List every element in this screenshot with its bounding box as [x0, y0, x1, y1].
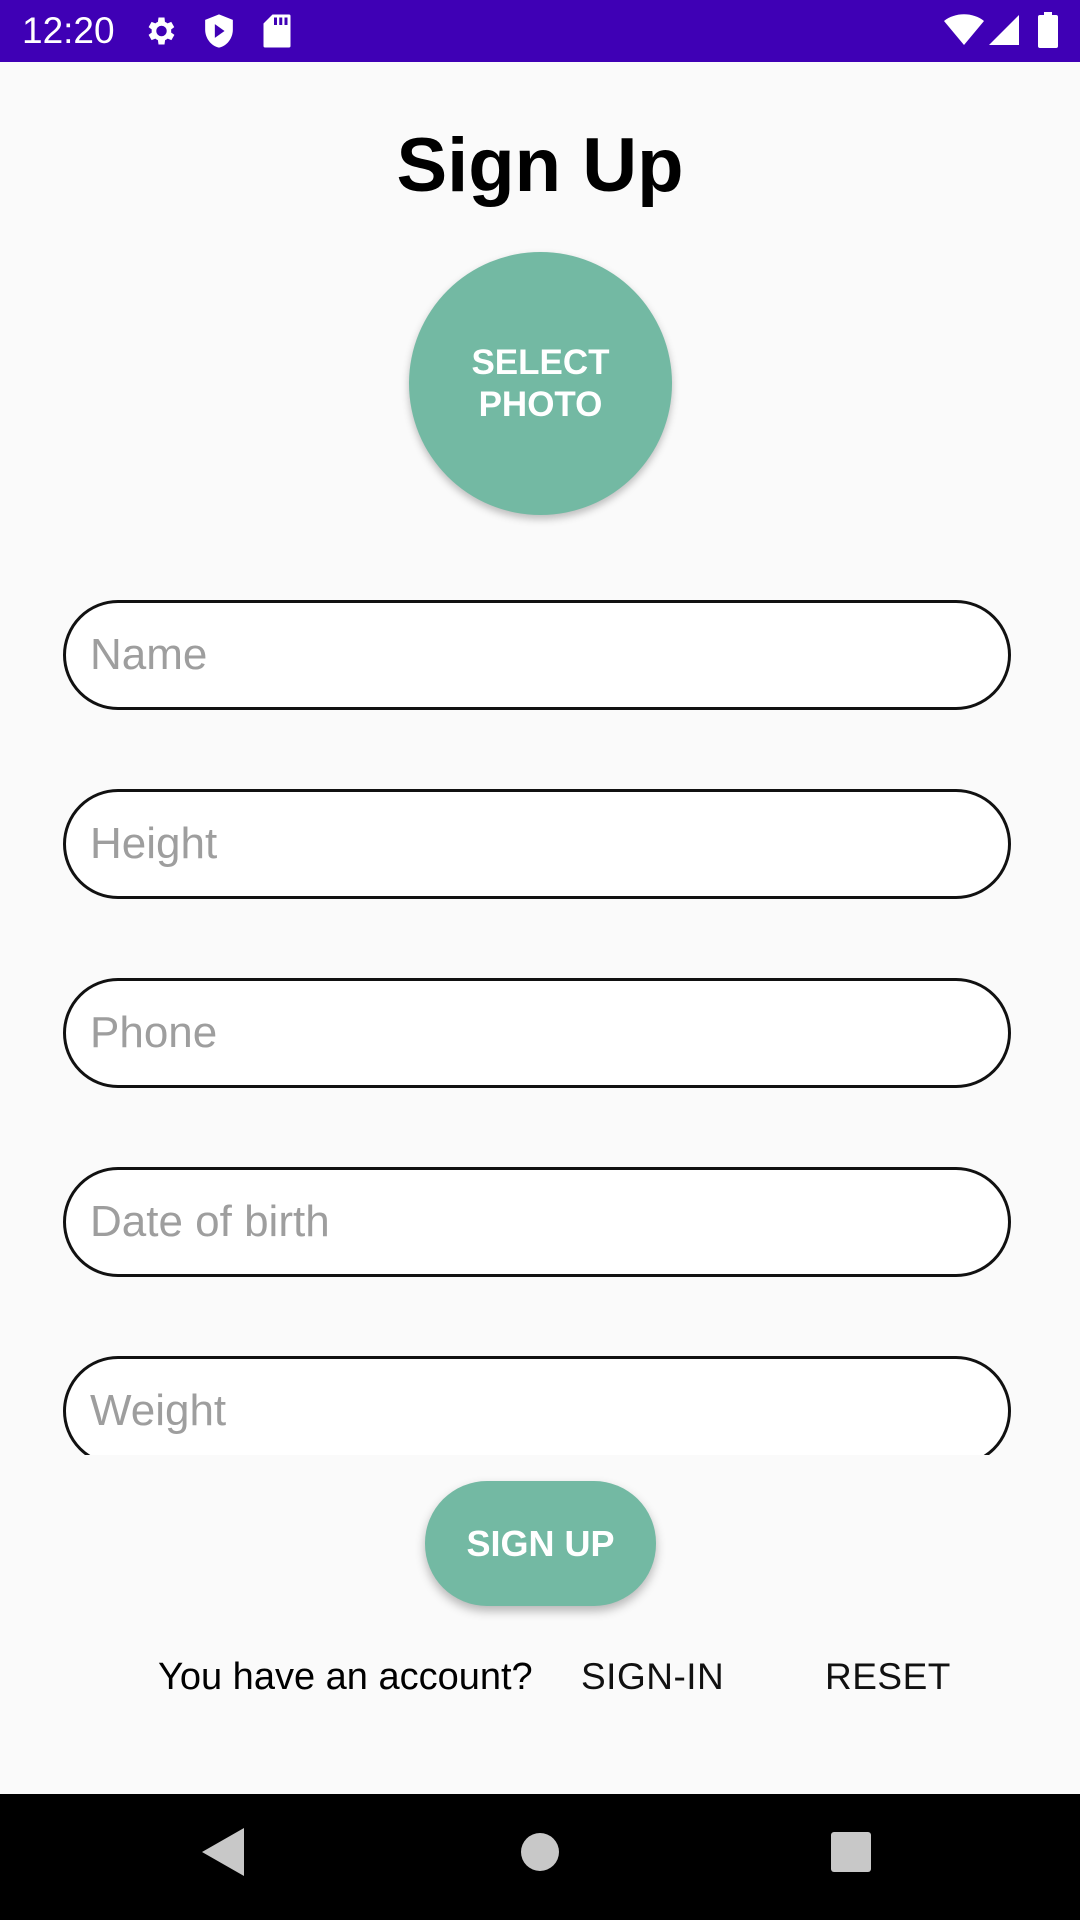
sign-up-screen: 12:20 Sign Up SELECT PHOTO Name Height P… — [0, 0, 1080, 1920]
wifi-icon — [944, 14, 984, 46]
date-of-birth-input[interactable] — [90, 1170, 990, 1274]
back-icon[interactable] — [202, 1828, 244, 1876]
select-photo-button[interactable]: SELECT PHOTO — [409, 252, 672, 515]
reset-button[interactable]: RESET — [825, 1652, 951, 1702]
sd-card-icon — [262, 13, 292, 49]
recents-icon[interactable] — [831, 1832, 871, 1872]
battery-icon — [1038, 12, 1058, 48]
phone-input[interactable] — [90, 981, 990, 1085]
select-photo-label: SELECT PHOTO — [471, 342, 610, 424]
form-fields-scroll[interactable] — [0, 580, 1080, 1455]
navigation-bar — [0, 1794, 1080, 1920]
cell-signal-icon — [988, 14, 1020, 46]
sign-in-button[interactable]: SIGN-IN — [581, 1652, 724, 1702]
status-time: 12:20 — [22, 10, 115, 51]
page-title: Sign Up — [396, 123, 684, 208]
gear-icon — [142, 13, 178, 49]
phone-field[interactable] — [63, 978, 1011, 1088]
shield-icon — [202, 13, 236, 49]
account-prompt-text: You have an account? — [158, 1656, 533, 1698]
weight-field[interactable] — [63, 1356, 1011, 1455]
weight-input[interactable] — [90, 1359, 990, 1455]
name-input[interactable] — [90, 603, 990, 707]
sign-up-button[interactable]: SIGN UP — [425, 1481, 656, 1606]
height-field[interactable] — [63, 789, 1011, 899]
home-icon[interactable] — [520, 1832, 560, 1872]
status-bar: 12:20 — [0, 0, 1080, 62]
height-input[interactable] — [90, 792, 990, 896]
name-field[interactable] — [63, 600, 1011, 710]
date-of-birth-field[interactable] — [63, 1167, 1011, 1277]
